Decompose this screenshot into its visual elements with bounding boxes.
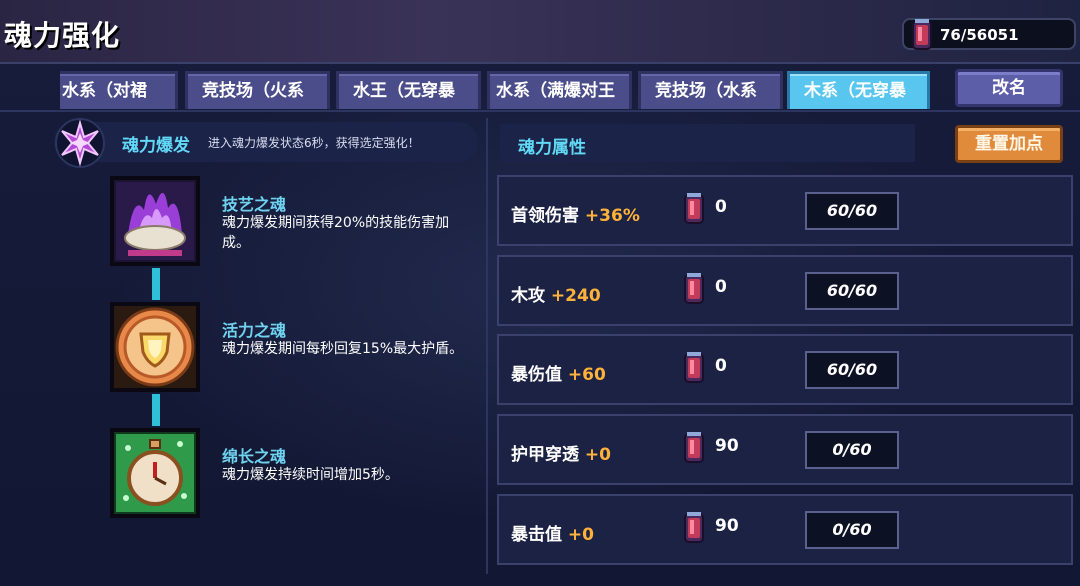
page-title: 魂力强化 [4, 19, 121, 52]
attribute-bonus: +0 [584, 445, 611, 465]
attribute-row: 木攻 +240 0 60/60 [497, 255, 1073, 326]
attribute-row: 暴伤值 +60 0 60/60 [497, 334, 1073, 405]
attribute-label: 暴伤值 +60 [511, 360, 606, 385]
skill-connector [152, 394, 160, 426]
burst-description: 进入魂力爆发状态6秒，获得选定强化！ [208, 136, 420, 150]
attribute-label: 护甲穿透 +0 [511, 440, 611, 465]
soul-3-name: 绵长之魂 [222, 447, 287, 466]
attribute-name: 首领伤害 [511, 206, 579, 226]
attribute-level[interactable]: 60/60 [805, 272, 899, 310]
tab-preset-4[interactable]: 水系（满爆对王 [487, 71, 632, 109]
soul-crystal-count: 76/56051 [940, 26, 1019, 44]
attribute-row: 首领伤害 +36% 0 60/60 [497, 175, 1073, 246]
attribute-label: 暴击值 +0 [511, 520, 594, 545]
preset-tabs: 水系（对裙 竞技场（火系 水王（无穿暴 水系（满爆对王 竞技场（水系 木系（无穿… [60, 71, 940, 109]
tab-preset-2[interactable]: 竞技场（火系 [185, 71, 330, 109]
attribute-name: 木攻 [511, 286, 545, 306]
stopwatch-icon[interactable] [108, 426, 202, 520]
skill-connector [152, 268, 160, 300]
burst-title: 魂力爆发 [122, 136, 190, 156]
attribute-bonus: +60 [567, 365, 606, 385]
attribute-label: 首领伤害 +36% [511, 201, 640, 226]
attribute-name: 护甲穿透 [511, 445, 579, 465]
attribute-name: 暴伤值 [511, 365, 562, 385]
tab-preset-3[interactable]: 水王（无穿暴 [336, 71, 481, 109]
upgrade-cost: 0 [715, 356, 727, 376]
attributes-title: 魂力属性 [518, 138, 586, 158]
rename-button[interactable]: 改名 [955, 69, 1063, 107]
attribute-bonus: +0 [567, 525, 594, 545]
soul-3-description: 魂力爆发持续时间增加5秒。 [222, 467, 399, 483]
attribute-label: 木攻 +240 [511, 281, 601, 306]
soul-crystal-icon [679, 510, 709, 550]
upgrade-cost: 90 [715, 516, 739, 536]
header-divider [0, 110, 1080, 112]
soul-crystal-icon [679, 350, 709, 390]
attribute-row: 护甲穿透 +0 90 0/60 [497, 414, 1073, 485]
soul-1-name: 技艺之魂 [222, 195, 287, 214]
soul-2-name: 活力之魂 [222, 321, 287, 340]
shield-medal-icon[interactable] [108, 300, 202, 394]
attribute-row: 暴击值 +0 90 0/60 [497, 494, 1073, 565]
attribute-level[interactable]: 60/60 [805, 192, 899, 230]
soul-crystal-counter: 76/56051 [902, 18, 1076, 50]
soul-crystal-icon [679, 191, 709, 231]
soul-crystal-icon [679, 271, 709, 311]
reset-points-button[interactable]: 重置加点 [955, 125, 1063, 163]
tab-preset-1[interactable]: 水系（对裙 [60, 71, 178, 109]
upgrade-cost: 90 [715, 436, 739, 456]
soul-1-description: 魂力爆发期间获得20%的技能伤害加成。 [222, 215, 450, 251]
soul-2-description: 魂力爆发期间每秒回复15%最大护盾。 [222, 341, 464, 357]
attribute-bonus: +240 [550, 286, 601, 306]
soul-crystal-icon [906, 18, 938, 56]
tab-preset-6[interactable]: 木系（无穿暴 [787, 71, 930, 109]
attribute-bonus: +36% [584, 206, 640, 226]
panel-divider [486, 118, 488, 574]
soul-crystal-icon [679, 430, 709, 470]
upgrade-cost: 0 [715, 197, 727, 217]
upgrade-cost: 0 [715, 277, 727, 297]
top-bar: 魂力强化 76/56051 [0, 0, 1080, 64]
attribute-name: 暴击值 [511, 525, 562, 545]
purple-flame-shell-icon[interactable] [108, 174, 202, 268]
burst-star-icon [52, 117, 108, 169]
attribute-level[interactable]: 0/60 [805, 431, 899, 469]
attribute-level[interactable]: 60/60 [805, 351, 899, 389]
tab-preset-5[interactable]: 竞技场（水系 [638, 71, 783, 109]
attribute-level[interactable]: 0/60 [805, 511, 899, 549]
